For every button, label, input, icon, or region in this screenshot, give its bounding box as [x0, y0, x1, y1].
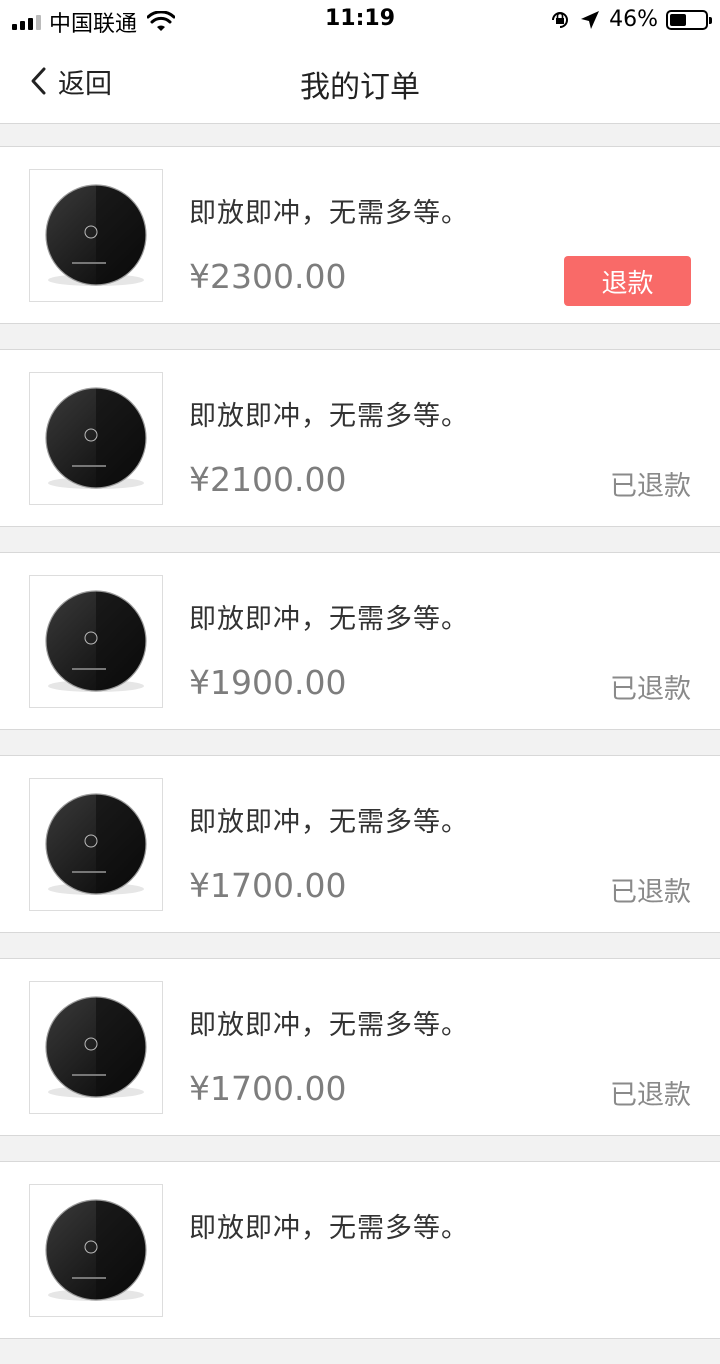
product-thumbnail [29, 981, 163, 1114]
wireless-charger-icon [45, 793, 147, 895]
order-card[interactable]: 即放即冲，无需多等。 ¥2300.00 退款 [0, 146, 720, 324]
product-thumbnail [29, 1184, 163, 1317]
order-card[interactable]: 即放即冲，无需多等。 ¥1700.00 已退款 [0, 958, 720, 1136]
refund-button[interactable]: 退款 [564, 256, 691, 306]
product-title: 即放即冲，无需多等。 [189, 807, 469, 838]
status-bar: 中国联通 11:19 46% [0, 0, 720, 40]
nav-bar: 返回 我的订单 [0, 40, 720, 124]
page-title: 我的订单 [300, 70, 420, 105]
product-thumbnail [29, 575, 163, 708]
status-bar-right: 46% [549, 7, 712, 32]
order-card[interactable]: 即放即冲，无需多等。 ¥1700.00 已退款 [0, 755, 720, 933]
battery-icon [666, 9, 712, 30]
order-price: ¥2300.00 [189, 257, 347, 296]
wireless-charger-icon [45, 387, 147, 489]
order-list: 即放即冲，无需多等。 ¥2300.00 退款 即放即冲，无需多等。 ¥2100.… [0, 146, 720, 1364]
refund-status: 已退款 [610, 877, 691, 908]
product-thumbnail [29, 778, 163, 911]
order-card[interactable]: 即放即冲，无需多等。 ¥1900.00 已退款 [0, 552, 720, 730]
order-price: ¥1700.00 [189, 866, 347, 905]
battery-percent: 46% [609, 7, 658, 32]
order-card[interactable]: 即放即冲，无需多等。 [0, 1161, 720, 1339]
refund-status: 已退款 [610, 674, 691, 705]
order-card[interactable]: 即放即冲，无需多等。 ¥2100.00 已退款 [0, 349, 720, 527]
refund-status: 已退款 [610, 1080, 691, 1111]
refund-status: 已退款 [610, 471, 691, 502]
order-price: ¥1900.00 [189, 663, 347, 702]
wireless-charger-icon [45, 996, 147, 1098]
rotation-lock-icon [552, 11, 569, 28]
wireless-charger-icon [45, 590, 147, 692]
order-price: ¥2100.00 [189, 460, 347, 499]
product-thumbnail [29, 169, 163, 302]
product-thumbnail [29, 372, 163, 505]
wireless-charger-icon [45, 184, 147, 286]
location-arrow-icon [581, 10, 600, 29]
product-title: 即放即冲，无需多等。 [189, 604, 469, 635]
wireless-charger-icon [45, 1199, 147, 1301]
product-title: 即放即冲，无需多等。 [189, 1213, 469, 1244]
product-title: 即放即冲，无需多等。 [189, 1010, 469, 1041]
order-price: ¥1700.00 [189, 1069, 347, 1108]
product-title: 即放即冲，无需多等。 [189, 401, 469, 432]
product-title: 即放即冲，无需多等。 [189, 198, 469, 229]
